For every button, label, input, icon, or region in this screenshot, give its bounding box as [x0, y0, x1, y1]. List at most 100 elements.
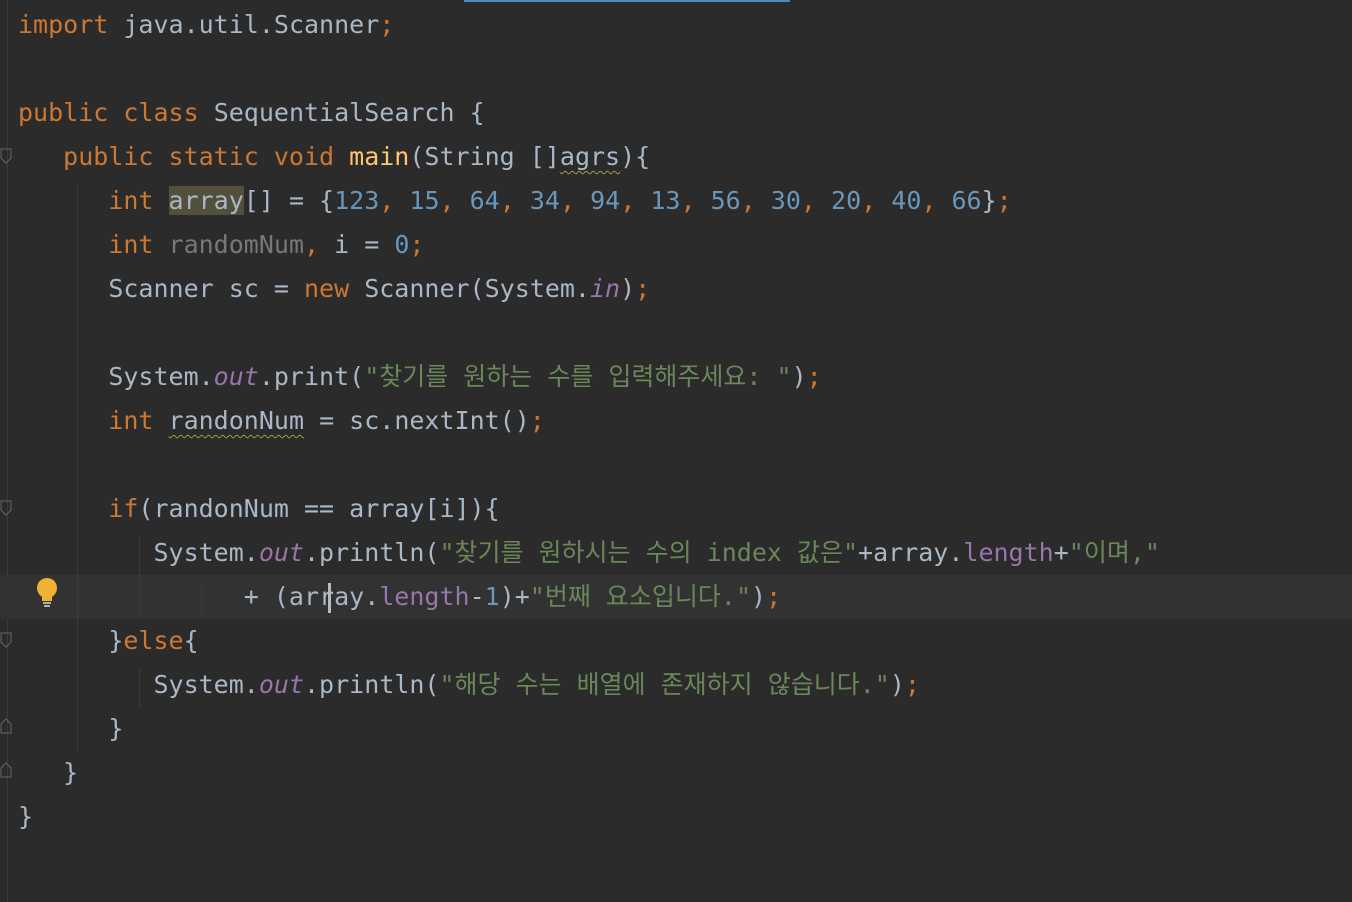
code-token: [] = {: [243, 186, 335, 215]
code-token: ;: [409, 230, 425, 259]
code-token: }: [18, 802, 34, 831]
code-token: Scanner sc =: [108, 274, 304, 303]
code-token: 30: [770, 186, 801, 215]
code-token: ){: [620, 142, 651, 171]
code-token: + (array.: [243, 582, 380, 611]
code-token: out: [258, 538, 304, 567]
code-token: public: [18, 98, 109, 127]
code-token: int: [108, 186, 154, 215]
code-token: ,: [680, 186, 696, 215]
code-token: = sc.nextInt(): [319, 406, 530, 435]
code-token: 20: [831, 186, 862, 215]
code-line: }else{: [18, 619, 199, 663]
code-token: System.: [108, 362, 214, 391]
code-token: ;: [379, 10, 395, 39]
code-token: "해당 수는 배열에 존재하지 않습니다.": [439, 670, 890, 699]
code-token: "찾기를 원하시는 수의 index 값은": [439, 538, 859, 567]
code-token: randomNum: [168, 230, 304, 259]
code-line: if(randonNum == array[i]){: [18, 487, 500, 531]
code-token: ): [791, 362, 807, 391]
code-line: System.out.println("해당 수는 배열에 존재하지 않습니다.…: [18, 663, 920, 707]
code-token: new: [303, 274, 350, 303]
code-token: +: [1053, 538, 1069, 567]
code-token: 40: [891, 186, 922, 215]
code-token: }: [63, 758, 79, 787]
code-token: else: [123, 626, 184, 655]
code-token: length: [963, 538, 1054, 567]
code-line: Scanner sc = new Scanner(System.in);: [18, 267, 650, 311]
code-token: 1: [484, 582, 500, 611]
fold-marker-icon[interactable]: [0, 718, 12, 734]
code-token: 15: [409, 186, 440, 215]
code-token: agrs: [559, 142, 621, 171]
code-token: "번째 요소입니다.": [529, 582, 752, 611]
code-line: }: [18, 795, 33, 839]
code-token: randonNum: [168, 406, 304, 435]
code-token: ,: [499, 186, 515, 215]
code-token: {: [183, 626, 199, 655]
code-token: (randonNum == array[i]){: [138, 494, 500, 523]
code-token: .print(: [258, 362, 365, 391]
code-token: System.: [153, 670, 259, 699]
code-line: System.out.println("찾기를 원하시는 수의 index 값은…: [18, 531, 1160, 575]
code-token: 34: [529, 186, 560, 215]
code-token: java.util.Scanner: [123, 10, 380, 39]
code-token: 13: [650, 186, 681, 215]
code-token: main: [349, 142, 410, 171]
code-editor[interactable]: import java.util.Scanner; public class S…: [0, 0, 1352, 902]
active-tab-indicator: [464, 0, 790, 2]
code-token: .println(: [303, 670, 440, 699]
code-token: ,: [559, 186, 576, 215]
code-token: 56: [710, 186, 741, 215]
code-token: int: [108, 230, 154, 259]
code-token: int: [108, 406, 154, 435]
code-token: "이며,": [1068, 538, 1160, 567]
code-token: ): [751, 582, 767, 611]
code-token: out: [213, 362, 259, 391]
code-token: 64: [469, 186, 500, 215]
code-token: public static void: [63, 142, 335, 171]
code-token: in: [589, 274, 621, 303]
code-token: }: [981, 186, 997, 215]
code-token: -: [469, 582, 485, 611]
code-token: ;: [766, 582, 782, 611]
code-token: ,: [379, 186, 395, 215]
code-token: ,: [620, 186, 636, 215]
code-line: public class SequentialSearch {: [18, 91, 485, 135]
code-token: }: [108, 626, 124, 655]
code-token: "찾기를 원하는 수를 입력해주세요: ": [364, 362, 792, 391]
code-token: ,: [439, 186, 455, 215]
code-line: public static void main(String []agrs){: [18, 135, 650, 179]
code-token: System.: [153, 538, 259, 567]
code-token: ,: [861, 186, 877, 215]
code-token: ): [889, 670, 905, 699]
code-token: i =: [334, 230, 395, 259]
fold-marker-icon[interactable]: [0, 632, 12, 648]
code-token: 0: [394, 230, 410, 259]
code-token: 94: [590, 186, 621, 215]
code-token: ): [620, 274, 636, 303]
code-token: (String []: [409, 142, 560, 171]
code-token: +array.: [858, 538, 964, 567]
code-line: + (array.length-1)+"번째 요소입니다.");: [18, 575, 781, 619]
code-token: ;: [635, 274, 651, 303]
text-caret: [328, 583, 331, 613]
code-token: out: [258, 670, 304, 699]
code-line: }: [18, 707, 123, 751]
code-token: ;: [996, 186, 1012, 215]
code-line: int array[] = {123, 15, 64, 34, 94, 13, …: [18, 179, 1012, 223]
code-token: ,: [304, 230, 320, 259]
code-token: ;: [806, 362, 822, 391]
fold-marker-icon[interactable]: [0, 500, 12, 516]
code-token: ,: [800, 186, 816, 215]
code-token: )+: [499, 582, 530, 611]
code-token: class: [123, 98, 199, 127]
code-token: ;: [529, 406, 545, 435]
code-token: SequentialSearch {: [213, 98, 485, 127]
code-token: 123: [334, 186, 380, 215]
code-line: }: [18, 751, 78, 795]
code-token: ;: [904, 670, 920, 699]
code-token: import: [18, 10, 109, 39]
fold-marker-icon[interactable]: [0, 148, 12, 164]
fold-marker-icon[interactable]: [0, 762, 12, 778]
